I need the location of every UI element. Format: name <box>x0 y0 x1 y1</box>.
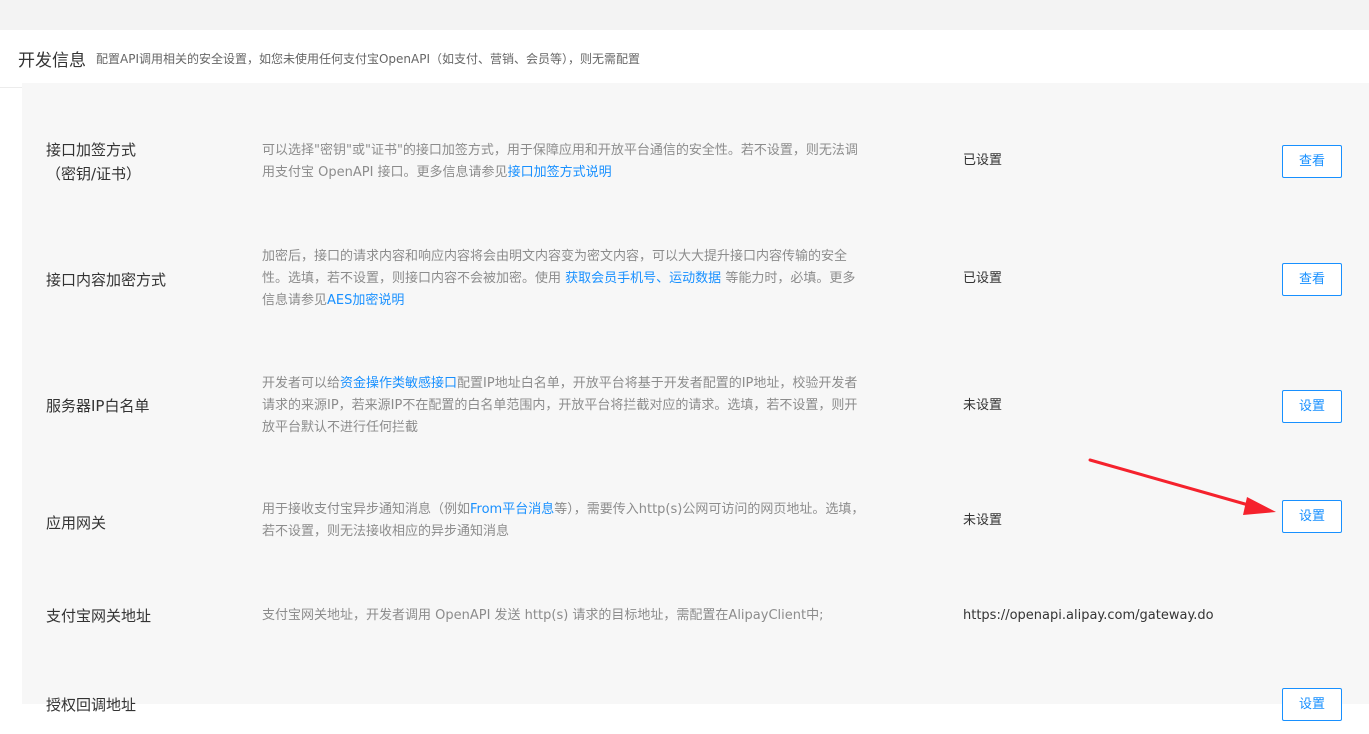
status-text: 未设置 <box>963 398 1003 413</box>
aes-doc-link[interactable]: AES加密说明 <box>327 293 404 308</box>
desc-line: 请求的来源IP，若来源IP不在配置的白名单范围内，开放平台将拦截对应的请求。选填… <box>262 398 858 413</box>
status-text: 已设置 <box>963 271 1003 286</box>
settings-row-app-gateway: 应用网关 用于接收支付宝异步通知消息（例如From平台消息等），需要传入http… <box>22 476 1369 576</box>
status-text: 已设置 <box>963 153 1003 168</box>
desc-line: 信息请参见AES加密说明 <box>262 290 904 312</box>
page-description: 配置API调用相关的安全设置，如您未使用任何支付宝OpenAPI（如支付、营销、… <box>96 52 641 66</box>
desc-line: 开发者可以给资金操作类敏感接口配置IP地址白名单，开放平台将基于开发者配置的IP… <box>262 373 904 395</box>
sport-data-link[interactable]: 运动数据 <box>669 271 721 286</box>
row-description: 用于接收支付宝异步通知消息（例如From平台消息等），需要传入http(s)公网… <box>262 499 904 543</box>
settings-row-auth-callback: 授权回调地址 设置 <box>22 656 1369 721</box>
set-app-gateway-button[interactable]: 设置 <box>1282 500 1342 533</box>
view-encryption-button[interactable]: 查看 <box>1282 263 1342 296</box>
set-ip-whitelist-button[interactable]: 设置 <box>1282 390 1342 423</box>
desc-line: 性。选填，若不设置，则接口内容不会被加密。使用 获取会员手机号、运动数据 等能力… <box>262 268 904 290</box>
signing-doc-link[interactable]: 接口加签方式说明 <box>508 165 612 180</box>
row-label: 接口内容加密方式 <box>46 271 167 289</box>
set-auth-callback-button[interactable]: 设置 <box>1282 688 1342 721</box>
platform-message-link[interactable]: From平台消息 <box>470 502 554 517</box>
desc-line: 用于接收支付宝异步通知消息（例如From平台消息等），需要传入http(s)公网… <box>262 499 904 521</box>
desc-line: 放平台默认不进行任何拦截 <box>262 420 419 435</box>
row-label-line: （密钥/证书） <box>46 165 142 183</box>
settings-row-ip-whitelist: 服务器IP白名单 开发者可以给资金操作类敏感接口配置IP地址白名单，开放平台将基… <box>22 356 1369 476</box>
settings-row-signing: 接口加签方式 （密钥/证书） 可以选择"密钥"或"证书"的接口加签方式，用于保障… <box>22 83 1369 233</box>
view-signing-button[interactable]: 查看 <box>1282 145 1342 178</box>
desc-line: 若不设置，则无法接收相应的异步通知消息 <box>262 524 510 539</box>
row-description: 开发者可以给资金操作类敏感接口配置IP地址白名单，开放平台将基于开发者配置的IP… <box>262 373 904 439</box>
row-label: 服务器IP白名单 <box>46 397 150 415</box>
settings-list: 接口加签方式 （密钥/证书） 可以选择"密钥"或"证书"的接口加签方式，用于保障… <box>22 83 1369 721</box>
desc-text: 性。选填，若不设置，则接口内容不会被加密。使用 <box>262 271 566 286</box>
panel-header: 开发信息 配置API调用相关的安全设置，如您未使用任何支付宝OpenAPI（如支… <box>0 30 1369 88</box>
desc-text: 等能力时，必填。更多 <box>721 271 856 286</box>
desc-line: 加密后，接口的请求内容和响应内容将会由明文内容变为密文内容，可以大大提升接口内容… <box>262 249 848 264</box>
desc-text: 开发者可以给 <box>262 376 341 391</box>
row-description: 可以选择"密钥"或"证书"的接口加签方式，用于保障应用和开放平台通信的安全性。若… <box>262 140 904 184</box>
desc-separator: 、 <box>656 271 670 286</box>
page-title: 开发信息 <box>18 51 86 71</box>
gateway-url-value: https://openapi.alipay.com/gateway.do <box>963 608 1214 623</box>
row-label-line: 接口加签方式 <box>46 141 137 159</box>
settings-row-alipay-gateway: 支付宝网关地址 支付宝网关地址，开发者调用 OpenAPI 发送 http(s)… <box>22 576 1369 656</box>
desc-text: 等），需要传入http(s)公网可访问的网页地址。选填， <box>554 502 865 517</box>
desc-line: 可以选择"密钥"或"证书"的接口加签方式，用于保障应用和开放平台通信的安全性。若… <box>262 143 858 158</box>
settings-row-encryption: 接口内容加密方式 加密后，接口的请求内容和响应内容将会由明文内容变为密文内容，可… <box>22 233 1369 356</box>
row-description: 加密后，接口的请求内容和响应内容将会由明文内容变为密文内容，可以大大提升接口内容… <box>262 246 904 312</box>
desc-text: 用支付宝 OpenAPI 接口。更多信息请参见 <box>262 165 508 180</box>
desc-text: 信息请参见 <box>262 293 328 308</box>
desc-text: 配置IP地址白名单，开放平台将基于开发者配置的IP地址，校验开发者 <box>457 376 858 391</box>
desc-line: 用支付宝 OpenAPI 接口。更多信息请参见接口加签方式说明 <box>262 162 904 184</box>
row-label: 支付宝网关地址 <box>46 607 152 625</box>
row-label: 应用网关 <box>46 514 107 532</box>
status-text: 未设置 <box>963 513 1003 528</box>
row-label: 授权回调地址 <box>46 696 137 714</box>
row-description: 支付宝网关地址，开发者调用 OpenAPI 发送 http(s) 请求的目标地址… <box>262 608 824 623</box>
row-label: 接口加签方式 （密钥/证书） <box>46 138 141 186</box>
desc-text: 用于接收支付宝异步通知消息（例如 <box>262 502 471 517</box>
member-phone-link[interactable]: 获取会员手机号 <box>565 271 656 286</box>
sensitive-api-link[interactable]: 资金操作类敏感接口 <box>340 376 457 391</box>
